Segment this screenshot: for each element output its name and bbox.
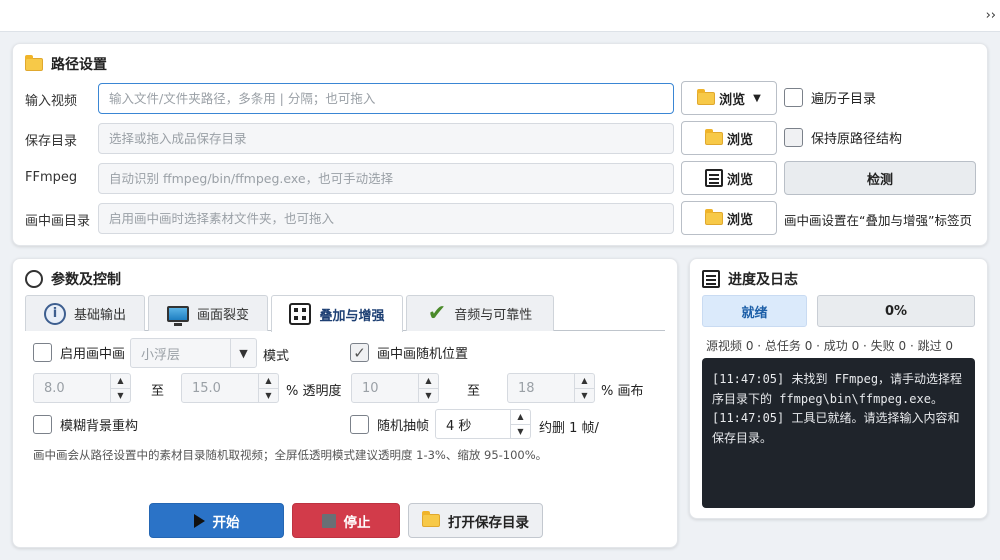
opacity-to-label: 至 <box>151 384 165 399</box>
random-frame-checkbox[interactable]: 随机抽帧 <box>350 415 429 434</box>
enable-pip-checkbox-box[interactable] <box>33 343 52 362</box>
canvas-to-label: 至 <box>467 384 481 399</box>
document-icon <box>704 169 723 187</box>
progress-bar: 0% <box>817 295 975 327</box>
spin-up-icon[interactable]: ▲ <box>259 374 278 389</box>
params-title: 参数及控制 <box>25 269 121 289</box>
pip-browse-button[interactable]: 浏览 <box>681 201 777 235</box>
keep-structure-checkbox[interactable]: 保持原路径结构 <box>784 128 902 147</box>
opacity-unit-label: % 透明度 <box>286 384 342 399</box>
folder-icon <box>704 128 723 145</box>
chevron-down-icon[interactable]: ▼ <box>753 93 761 104</box>
monitor-icon <box>166 305 189 326</box>
progress-text: 0% <box>884 303 908 319</box>
spin-up-icon[interactable]: ▲ <box>575 374 594 389</box>
spin-down-icon[interactable]: ▼ <box>111 389 130 403</box>
spin-up-icon[interactable]: ▲ <box>111 374 130 389</box>
start-button[interactable]: 开始 <box>149 503 284 538</box>
canvas-unit-label: % 画布 <box>601 384 644 399</box>
grid-icon <box>289 303 312 325</box>
recursive-checkbox-box[interactable] <box>784 88 803 107</box>
expand-panel-button[interactable]: ›› <box>986 8 996 23</box>
open-save-dir-button[interactable]: 打开保存目录 <box>408 503 543 538</box>
folder-icon <box>422 511 440 527</box>
spin-up-icon[interactable]: ▲ <box>419 374 438 389</box>
log-line: [11:47:05] 未找到 FFmpeg，请手动选择程序目录下的 ffmpeg… <box>712 372 963 406</box>
spin-down-icon[interactable]: ▼ <box>511 425 530 439</box>
save-dir-field[interactable] <box>98 123 674 154</box>
random-frame-checkbox-box[interactable] <box>350 415 369 434</box>
pip-hint: 画中画会从路径设置中的素材目录随机取视频；全屏低透明模式建议透明度 1-3%、缩… <box>33 448 548 462</box>
tab-frame-split[interactable]: 画面裂变 <box>148 295 268 331</box>
spin-down-icon[interactable]: ▼ <box>259 389 278 403</box>
pip-mode-select[interactable]: 小浮层 ▼ <box>130 338 257 368</box>
log-line: [11:47:05] 工具已就绪。请选择输入内容和保存目录。 <box>712 411 960 445</box>
tab-audio-reliability[interactable]: ✔ 音频与可靠性 <box>406 295 554 331</box>
folder-icon <box>25 54 43 71</box>
document-icon <box>702 270 720 288</box>
blur-bg-checkbox-box[interactable] <box>33 415 52 434</box>
spin-down-icon[interactable]: ▼ <box>419 389 438 403</box>
stop-icon <box>321 513 336 528</box>
params-card: 参数及控制 i 基础输出 画面裂变 叠加与增强 ✔ 音频与可靠性 启用画中画 小… <box>12 258 678 548</box>
detect-button[interactable]: 检测 <box>784 161 976 195</box>
save-browse-button[interactable]: 浏览 <box>681 121 777 155</box>
mode-label: 模式 <box>263 349 290 364</box>
pip-dir-field[interactable] <box>98 203 674 234</box>
progress-card: 进度及日志 就绪 0% 源视频 0 · 总任务 0 · 成功 0 · 失败 0 … <box>689 258 988 519</box>
ffmpeg-browse-button[interactable]: 浏览 <box>681 161 777 195</box>
play-icon <box>193 513 205 528</box>
tab-basic-output[interactable]: i 基础输出 <box>25 295 145 331</box>
spin-up-icon[interactable]: ▲ <box>511 410 530 425</box>
opacity-max-spinbox[interactable]: 15.0 ▲ ▼ <box>181 373 279 403</box>
pip-note: 画中画设置在“叠加与增强”标签页 <box>784 213 972 228</box>
input-video-label: 输入视频 <box>25 94 78 109</box>
random-position-checkbox-box[interactable]: ✓ <box>350 343 369 362</box>
keep-structure-checkbox-box[interactable] <box>784 128 803 147</box>
recursive-checkbox[interactable]: 遍历子目录 <box>784 88 876 107</box>
blur-bg-checkbox[interactable]: 模糊背景重构 <box>33 415 138 434</box>
canvas-max-spinbox[interactable]: 18 ▲ ▼ <box>507 373 595 403</box>
pip-dir-label: 画中画目录 <box>25 214 91 229</box>
opacity-min-spinbox[interactable]: 8.0 ▲ ▼ <box>33 373 131 403</box>
random-position-checkbox[interactable]: ✓ 画中画随机位置 <box>350 343 468 362</box>
task-stats: 源视频 0 · 总任务 0 · 成功 0 · 失败 0 · 跳过 0 <box>706 339 954 353</box>
spin-down-icon[interactable]: ▼ <box>575 389 594 403</box>
progress-title: 进度及日志 <box>702 269 798 289</box>
frame-drop-label: 约删 1 帧/ <box>539 421 599 436</box>
frame-interval-spinbox[interactable]: 4 秒 ▲ ▼ <box>435 409 531 439</box>
path-settings-card: 路径设置 输入视频 浏览 ▼ 遍历子目录 保存目录 浏览 保持原路径结构 FFm… <box>12 43 988 246</box>
magnifier-icon <box>25 270 43 288</box>
save-dir-label: 保存目录 <box>25 134 78 149</box>
info-icon: i <box>43 302 66 325</box>
input-browse-button[interactable]: 浏览 ▼ <box>681 81 777 115</box>
folder-icon <box>697 88 716 105</box>
chevron-down-icon[interactable]: ▼ <box>230 339 256 367</box>
tab-overlay[interactable]: 叠加与增强 <box>271 295 403 332</box>
log-console: [11:47:05] 未找到 FFmpeg，请手动选择程序目录下的 ffmpeg… <box>702 358 975 508</box>
ffmpeg-label: FFmpeg <box>25 170 78 185</box>
folder-icon <box>704 208 723 225</box>
check-icon: ✔ <box>427 301 447 326</box>
top-bar: ›› <box>0 0 1000 32</box>
status-badge: 就绪 <box>702 295 807 327</box>
stop-button[interactable]: 停止 <box>292 503 400 538</box>
input-video-field[interactable] <box>98 83 674 114</box>
ffmpeg-field[interactable] <box>98 163 674 194</box>
canvas-min-spinbox[interactable]: 10 ▲ ▼ <box>351 373 439 403</box>
path-settings-title: 路径设置 <box>25 54 107 74</box>
enable-pip-checkbox[interactable]: 启用画中画 <box>33 343 125 362</box>
params-tabs: i 基础输出 画面裂变 叠加与增强 ✔ 音频与可靠性 <box>25 295 665 332</box>
